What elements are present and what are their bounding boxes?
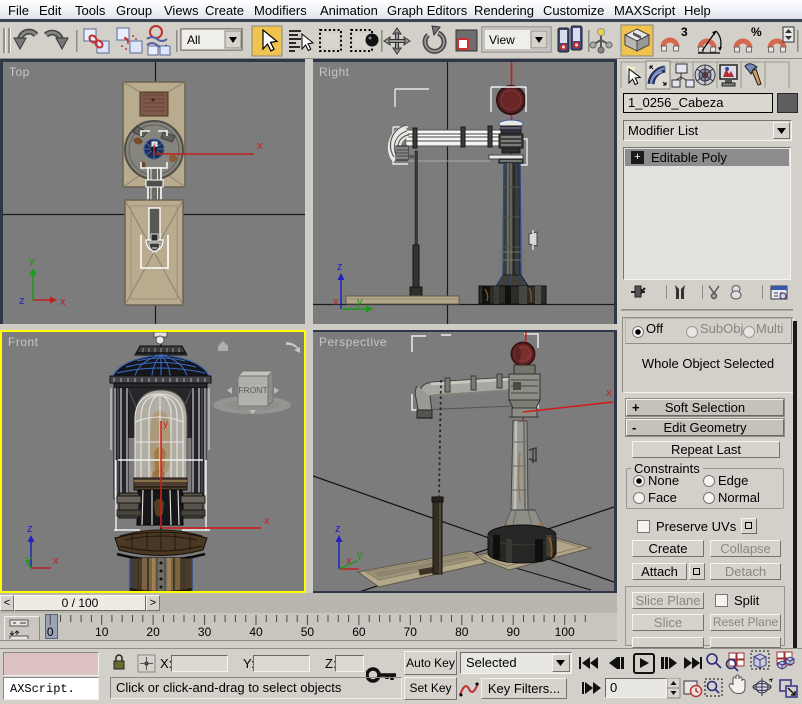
svg-text:%: %	[751, 25, 762, 39]
svg-text:z: z	[27, 523, 33, 535]
svg-text:x: x	[257, 140, 263, 152]
svg-text:z: z	[335, 523, 341, 535]
svg-text:3: 3	[681, 25, 688, 39]
svg-text:70: 70	[404, 625, 418, 639]
svg-text:View: View	[489, 33, 515, 47]
svg-text:y: y	[26, 554, 32, 566]
svg-text:0: 0	[47, 625, 54, 639]
svg-text:60: 60	[352, 625, 366, 639]
svg-text:z: z	[19, 295, 25, 307]
svg-text:y: y	[29, 255, 35, 267]
svg-text:x: x	[264, 515, 270, 527]
svg-text:All: All	[187, 33, 200, 47]
svg-text:y: y	[163, 419, 168, 430]
svg-text:x: x	[333, 296, 339, 308]
svg-text:y: y	[357, 549, 363, 561]
svg-text:FRONT: FRONT	[238, 385, 267, 395]
svg-text:z: z	[337, 261, 343, 273]
svg-text:80: 80	[455, 625, 469, 639]
svg-text:x: x	[60, 296, 66, 308]
svg-text:50: 50	[301, 625, 315, 639]
svg-text:20: 20	[146, 625, 160, 639]
svg-text:40: 40	[249, 625, 263, 639]
svg-text:10: 10	[95, 625, 109, 639]
svg-text:30: 30	[198, 625, 212, 639]
svg-text:x: x	[53, 555, 59, 567]
svg-text:100: 100	[555, 625, 575, 639]
svg-text:y: y	[357, 296, 363, 308]
svg-text:x: x	[606, 387, 612, 399]
svg-text:90: 90	[507, 625, 521, 639]
